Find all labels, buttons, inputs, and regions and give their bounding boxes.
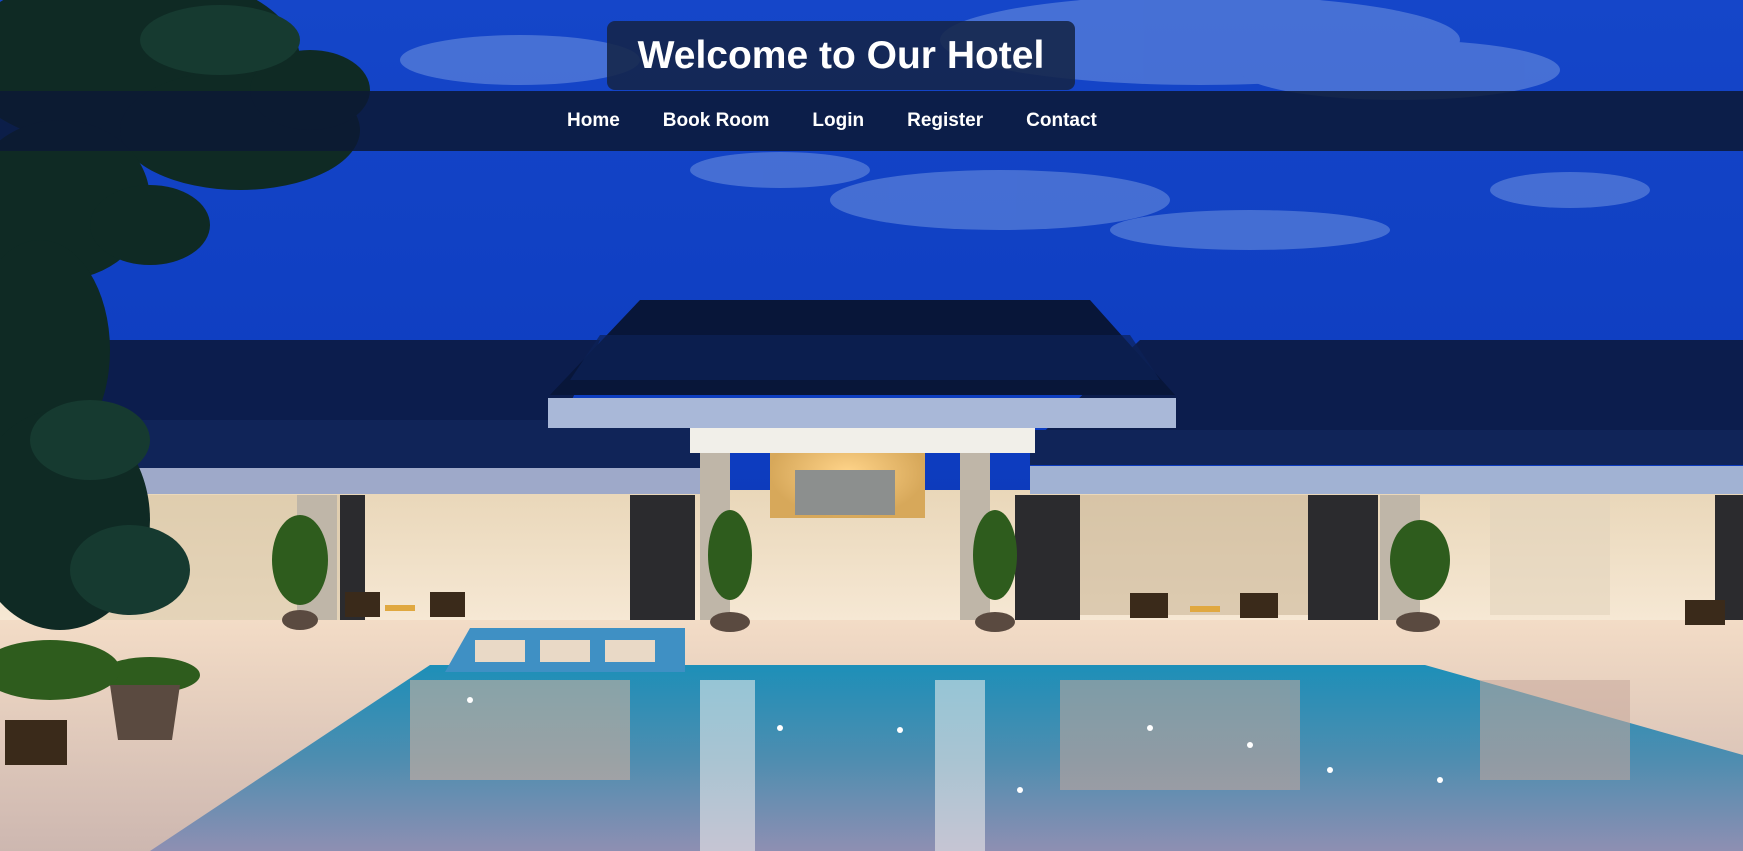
nav-item-login: Login <box>812 110 907 132</box>
nav-item-contact: Contact <box>1026 110 1140 132</box>
page-title: Welcome to Our Hotel <box>607 21 1075 90</box>
nav-item-book-room: Book Room <box>663 110 813 132</box>
nav-link-home[interactable]: Home <box>567 110 620 132</box>
nav-menu: Home Book Room Login Register Contact <box>567 91 1140 151</box>
nav-link-register[interactable]: Register <box>907 110 983 132</box>
hotel-home-page: Welcome to Our Hotel Home Book Room Logi… <box>0 0 1743 851</box>
main-navbar: Home Book Room Login Register Contact <box>0 91 1743 151</box>
nav-link-login[interactable]: Login <box>812 110 864 132</box>
nav-link-book-room[interactable]: Book Room <box>663 110 770 132</box>
nav-item-home: Home <box>567 110 663 132</box>
nav-item-register: Register <box>907 110 1026 132</box>
nav-link-contact[interactable]: Contact <box>1026 110 1097 132</box>
